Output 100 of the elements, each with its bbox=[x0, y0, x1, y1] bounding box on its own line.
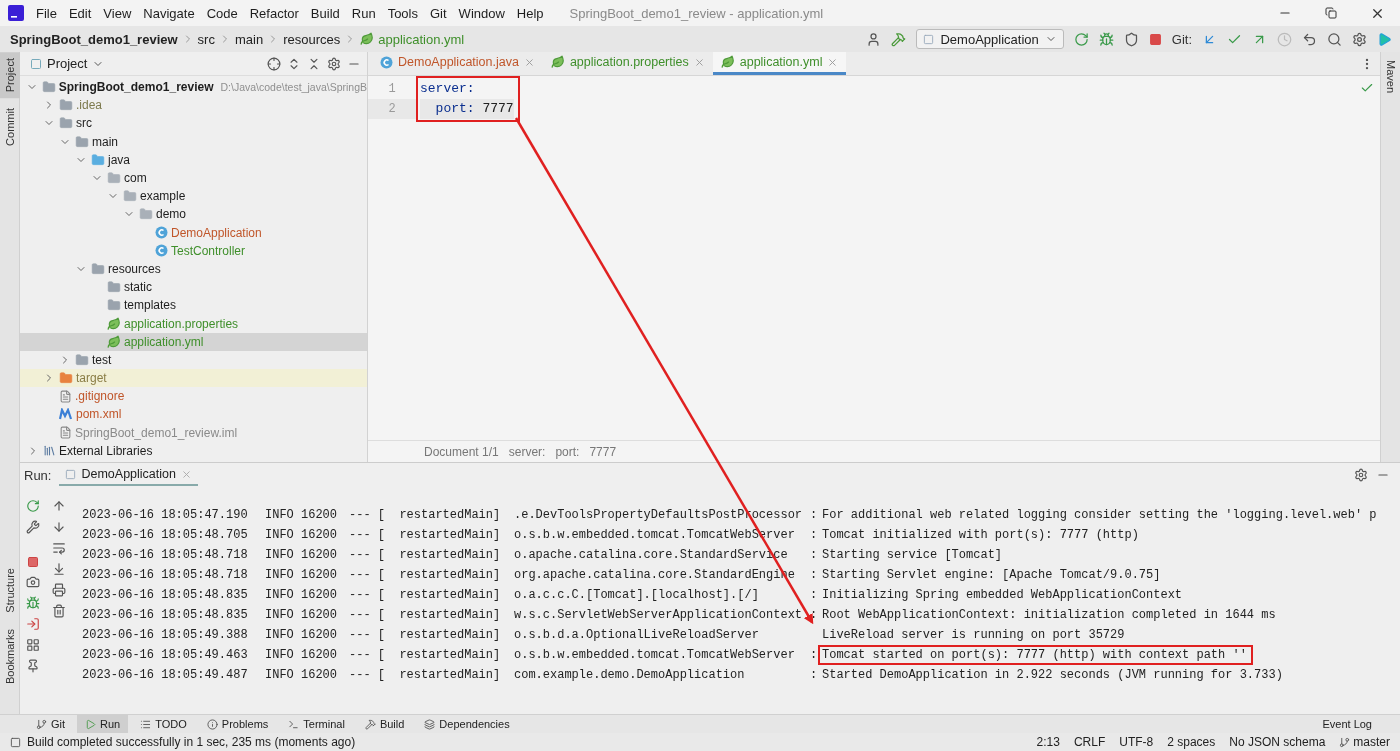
tree-item[interactable]: demo bbox=[20, 205, 367, 224]
tree-item[interactable]: java bbox=[20, 150, 367, 169]
tree-item[interactable]: SpringBoot_demo1_review D:\Java\code\test_java\SpringB bbox=[20, 78, 367, 97]
stop-icon[interactable] bbox=[1148, 32, 1162, 46]
menu-item[interactable]: View bbox=[97, 5, 138, 21]
tree-item[interactable]: target bbox=[20, 369, 367, 388]
tree-item[interactable]: example bbox=[20, 187, 367, 206]
breadcrumb-item[interactable]: main bbox=[234, 31, 264, 47]
project-view-dropdown[interactable]: Project bbox=[26, 56, 109, 71]
menu-item[interactable]: File bbox=[30, 5, 63, 21]
event-log-tab[interactable]: Event Log bbox=[1314, 714, 1380, 734]
play-icon[interactable] bbox=[1377, 31, 1392, 47]
bug-icon[interactable] bbox=[26, 596, 40, 610]
tool-tab[interactable]: Git bbox=[28, 714, 74, 734]
status-item[interactable]: 2 spaces bbox=[1167, 735, 1216, 749]
run-config-dropdown[interactable]: DemoApplication bbox=[916, 29, 1064, 49]
crosshair-icon[interactable] bbox=[267, 56, 281, 71]
tool-tab[interactable]: Problems bbox=[198, 714, 277, 734]
menu-item[interactable]: Edit bbox=[62, 5, 98, 21]
menu-item[interactable]: Help bbox=[510, 5, 550, 21]
branch-name[interactable]: master bbox=[1339, 735, 1390, 749]
square-icon[interactable] bbox=[10, 736, 21, 748]
menu-item[interactable]: Build bbox=[304, 5, 346, 21]
tool-tab[interactable]: Terminal bbox=[280, 714, 353, 734]
status-item[interactable]: 2:13 bbox=[1036, 735, 1060, 749]
tool-tab[interactable]: Build bbox=[356, 714, 413, 734]
side-tab[interactable]: Maven bbox=[1380, 56, 1400, 98]
editor-path-item[interactable]: server: bbox=[508, 444, 546, 459]
tree-item[interactable]: .idea bbox=[20, 96, 367, 115]
tree-item[interactable]: com bbox=[20, 168, 367, 188]
arrow-down-icon[interactable] bbox=[52, 520, 66, 534]
shield-icon[interactable] bbox=[1123, 31, 1139, 47]
tool-tab[interactable]: TODO bbox=[132, 714, 195, 734]
close-icon[interactable] bbox=[827, 56, 839, 68]
scroll-end-icon[interactable] bbox=[52, 562, 66, 576]
log-thread: --- [ restartedMain] bbox=[349, 568, 502, 582]
search-icon[interactable] bbox=[1327, 31, 1342, 47]
layout-icon[interactable] bbox=[26, 638, 40, 652]
menu-item[interactable]: Tools bbox=[381, 5, 424, 21]
breadcrumb-item[interactable]: SpringBoot_demo1_review bbox=[10, 31, 178, 47]
side-tab[interactable]: Commit bbox=[0, 102, 20, 153]
editor-tab[interactable]: application.yml bbox=[712, 52, 847, 75]
run-icon bbox=[85, 718, 97, 730]
editor-path-item[interactable]: 7777 bbox=[589, 444, 617, 459]
settings-icon[interactable] bbox=[1354, 468, 1368, 482]
wrap-icon[interactable] bbox=[52, 541, 66, 555]
menu-item[interactable]: Run bbox=[345, 5, 382, 21]
tool-tab[interactable]: Dependencies bbox=[416, 714, 518, 734]
close-icon[interactable] bbox=[523, 56, 535, 68]
tree-item[interactable]: main bbox=[20, 132, 367, 151]
trash-icon[interactable] bbox=[52, 604, 66, 618]
status-item[interactable]: No JSON schema bbox=[1229, 735, 1326, 749]
editor-tab[interactable]: application.properties bbox=[542, 52, 713, 75]
tree-item[interactable]: pom.xml bbox=[20, 405, 367, 424]
rerun-icon[interactable] bbox=[26, 499, 40, 513]
class-icon bbox=[380, 55, 393, 69]
tool-tab[interactable]: Run bbox=[77, 714, 129, 734]
undo-icon[interactable] bbox=[1302, 31, 1317, 47]
side-tab[interactable]: Structure bbox=[0, 562, 20, 619]
menu-item[interactable]: Git bbox=[424, 5, 453, 21]
editor-path-item[interactable]: Document 1/1 bbox=[424, 444, 499, 459]
status-item[interactable]: UTF-8 bbox=[1119, 735, 1154, 749]
tree-item[interactable]: .gitignore bbox=[20, 387, 367, 406]
pin-icon[interactable] bbox=[26, 659, 40, 673]
menu-item[interactable]: Navigate bbox=[137, 5, 201, 21]
tree-item[interactable]: test bbox=[20, 350, 367, 369]
tree-item[interactable]: DemoApplication bbox=[20, 223, 367, 242]
settings-icon[interactable] bbox=[327, 56, 341, 71]
tree-item[interactable]: static bbox=[20, 278, 367, 297]
wrench-icon[interactable] bbox=[26, 520, 40, 534]
tree-item[interactable]: External Libraries bbox=[20, 441, 367, 460]
tree-label: test bbox=[92, 352, 112, 367]
close-icon[interactable] bbox=[693, 56, 705, 68]
rerun-icon[interactable] bbox=[1073, 31, 1089, 47]
editor-tab[interactable]: DemoApplication.java bbox=[372, 52, 543, 75]
tree-item[interactable]: application.properties bbox=[20, 314, 367, 333]
user-icon[interactable] bbox=[866, 31, 882, 47]
breadcrumb-item[interactable]: src bbox=[197, 31, 215, 47]
stop-icon[interactable] bbox=[27, 556, 39, 568]
collapse-all-icon[interactable] bbox=[307, 56, 321, 71]
hammer-icon[interactable] bbox=[891, 31, 907, 47]
clock-icon[interactable] bbox=[1277, 31, 1292, 47]
menu-item[interactable]: Window bbox=[452, 5, 511, 21]
configuration-tab[interactable]: DemoApplication bbox=[59, 464, 198, 486]
side-tab[interactable]: Bookmarks bbox=[0, 622, 20, 690]
side-tab[interactable]: Project bbox=[0, 52, 20, 99]
bug-icon[interactable] bbox=[1098, 31, 1114, 47]
print-icon[interactable] bbox=[52, 583, 66, 597]
menu-item[interactable]: Refactor bbox=[243, 5, 305, 21]
editor-path-item[interactable]: port: bbox=[555, 444, 580, 459]
login-icon[interactable] bbox=[26, 617, 40, 631]
tree-item[interactable]: TestController bbox=[20, 241, 367, 260]
camera-icon[interactable] bbox=[26, 575, 40, 589]
tree-item[interactable]: templates bbox=[20, 296, 367, 315]
menu-item[interactable]: Code bbox=[200, 5, 244, 21]
status-item[interactable]: CRLF bbox=[1073, 735, 1106, 749]
tree-item[interactable]: src bbox=[20, 114, 367, 133]
settings-icon[interactable] bbox=[1352, 31, 1367, 47]
tree-item[interactable]: resources bbox=[20, 259, 367, 279]
breadcrumb-item[interactable]: resources bbox=[283, 31, 341, 47]
